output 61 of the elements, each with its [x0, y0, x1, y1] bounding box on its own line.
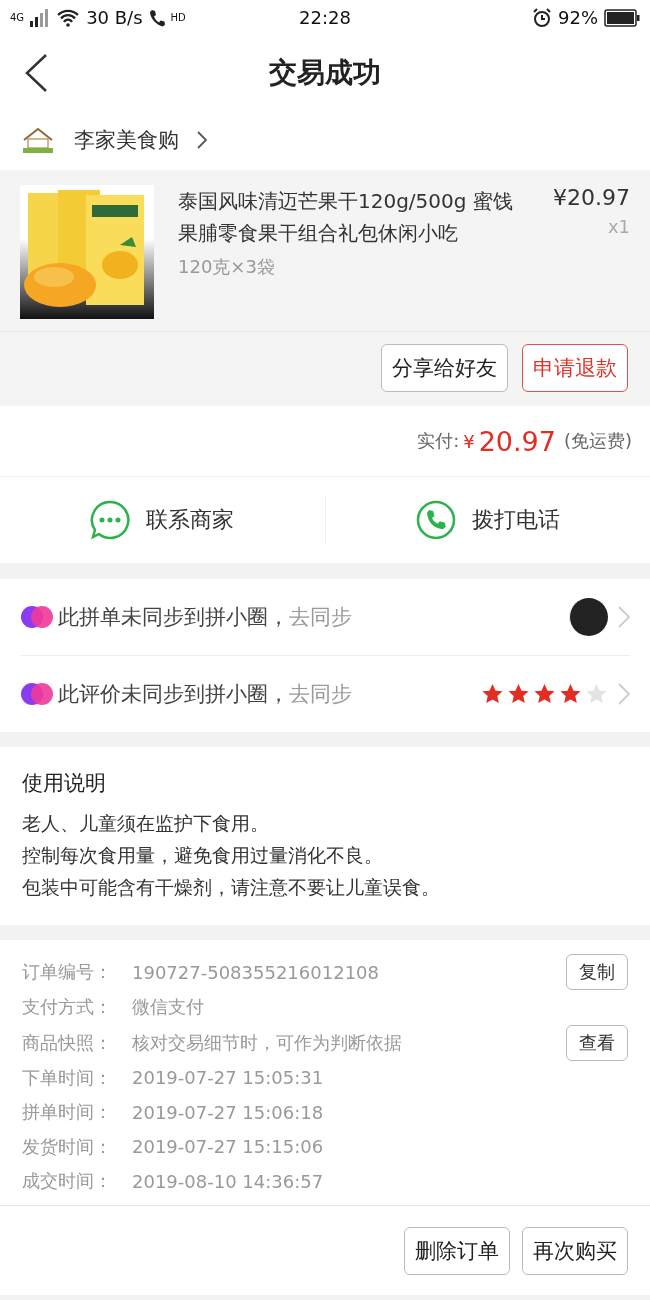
avatar [569, 598, 608, 636]
back-icon[interactable] [24, 53, 48, 93]
info-label: 商品快照： [22, 1030, 113, 1055]
contact-seller-button[interactable]: 联系商家 [0, 477, 325, 563]
paid-label: 实付: [417, 429, 460, 453]
battery-icon [604, 8, 640, 27]
usage-note: 包装中可能含有干燥剂，请注意不要让儿童误食。 [22, 875, 441, 900]
product-title[interactable]: 泰国风味清迈芒果干120g/500g 蜜饯果脯零食果干组合礼包休闲小吃 [178, 185, 529, 249]
store-name[interactable]: 李家美食购 [74, 126, 179, 154]
clock: 22:28 [299, 7, 351, 28]
star-icon [533, 683, 556, 705]
info-label: 拼单时间： [22, 1100, 113, 1125]
buy-again-button[interactable]: 再次购买 [522, 1226, 628, 1275]
alarm-icon [532, 7, 552, 28]
star-icon [585, 683, 608, 705]
overlap-circles-icon [20, 682, 54, 706]
info-value: 2019-08-10 14:36:57 [132, 1170, 325, 1192]
info-value: 2019-07-27 15:06:18 [132, 1101, 325, 1123]
chevron-right-icon[interactable] [197, 131, 207, 149]
info-value: 190727-508355216012108 [132, 961, 380, 983]
star-icon [559, 683, 582, 705]
page-title: 交易成功 [269, 54, 381, 91]
info-label: 发货时间： [22, 1134, 113, 1159]
product-spec: 120克×3袋 [178, 255, 276, 279]
currency-symbol: ¥ [463, 430, 475, 452]
info-label: 支付方式： [22, 995, 113, 1020]
info-value: 2019-07-27 15:05:31 [132, 1067, 325, 1089]
usage-note: 控制每次食用量，避免食用过量消化不良。 [22, 843, 384, 868]
info-label: 订单编号： [22, 960, 113, 984]
signal-icon [30, 8, 51, 27]
wifi-icon [56, 8, 81, 27]
sync-prompt[interactable]: 此评价未同步到拼小圈，去同步 [58, 680, 477, 708]
info-button[interactable]: 查看 [566, 1024, 628, 1061]
section-title: 使用说明 [22, 770, 107, 797]
refund-button[interactable]: 申请退款 [522, 344, 628, 392]
call-button[interactable]: 拨打电话 [325, 477, 650, 563]
phone-icon [415, 500, 456, 540]
delete-order-button[interactable]: 删除订单 [404, 1226, 510, 1275]
battery-percent: 92% [558, 7, 598, 28]
info-button[interactable]: 复制 [566, 954, 628, 990]
overlap-circles-icon [20, 605, 54, 629]
info-value: 微信支付 [132, 995, 205, 1020]
product-price: ¥20.97 [553, 185, 630, 210]
info-label: 成交时间： [22, 1169, 113, 1194]
phone-icon [148, 8, 165, 27]
info-value: 2019-07-27 15:15:06 [132, 1136, 325, 1158]
info-label: 下单时间： [22, 1065, 113, 1090]
shipping-note: (免运费) [563, 429, 632, 453]
share-button[interactable]: 分享给好友 [381, 344, 508, 392]
sync-prompt[interactable]: 此拼单未同步到拼小圈，去同步 [58, 603, 565, 631]
store-logo-icon [20, 126, 56, 154]
product-quantity: x1 [607, 216, 630, 237]
hd-label: HD [170, 12, 186, 23]
network-speed: 30 B/s [86, 7, 143, 28]
star-icon [507, 683, 530, 705]
network-label: 4G [10, 12, 25, 23]
chat-icon [90, 500, 131, 540]
usage-note: 老人、儿童须在监护下食用。 [22, 811, 270, 836]
paid-amount: 20.97 [478, 425, 556, 457]
star-icon [481, 683, 504, 705]
info-value: 核对交易细节时，可作为判断依据 [132, 1030, 403, 1055]
